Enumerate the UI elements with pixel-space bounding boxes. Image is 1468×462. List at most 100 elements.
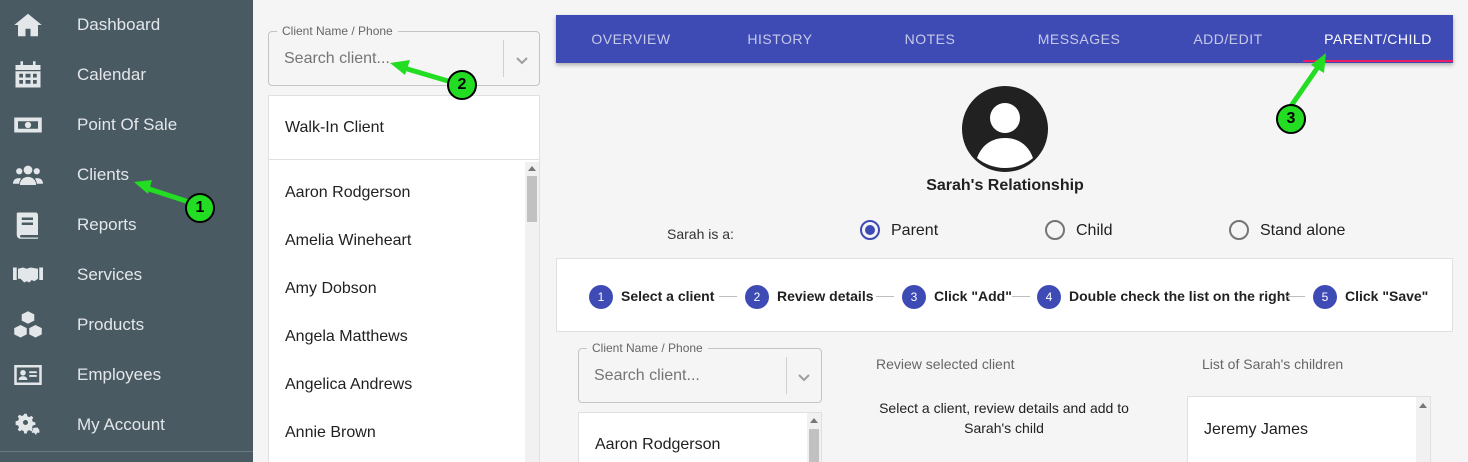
children-heading: List of Sarah's children — [1202, 356, 1344, 372]
tab-messages[interactable]: MESSAGES — [1004, 15, 1154, 63]
user-icon — [977, 103, 1033, 168]
step-number: 5 — [1313, 285, 1337, 309]
tab-history[interactable]: HISTORY — [705, 15, 855, 63]
step-number: 2 — [745, 285, 769, 309]
child-client-list: Aaron Rodgerson — [578, 412, 822, 462]
nav-label: Products — [77, 315, 145, 334]
client-search-legend: Client Name / Phone — [277, 24, 398, 38]
nav-label: Employees — [77, 365, 162, 384]
step-label: Click "Save" — [1345, 288, 1429, 304]
steps-stepper: 1 Select a client 2 Review details 3 Cli… — [556, 258, 1453, 332]
nav-label: Services — [77, 265, 143, 284]
handshake-icon — [12, 259, 44, 291]
step-number: 1 — [589, 285, 613, 309]
children-list-scrollbar[interactable] — [1416, 397, 1430, 462]
nav-label: My Account — [77, 415, 165, 434]
select-separator — [786, 357, 787, 394]
scrollbar-thumb[interactable] — [527, 176, 537, 222]
radio-parent[interactable] — [860, 220, 880, 240]
nav-label: Clients — [77, 165, 129, 184]
gears-icon — [12, 409, 44, 441]
step-label: Double check the list on the right — [1069, 288, 1290, 304]
step-number: 3 — [902, 285, 926, 309]
tab-add-edit[interactable]: ADD/EDIT — [1153, 15, 1303, 63]
relationship-prompt: Sarah is a: — [667, 226, 734, 242]
relationship-title: Sarah's Relationship — [926, 177, 1084, 194]
walk-in-client[interactable]: Walk-In Client — [269, 96, 539, 160]
list-item[interactable]: Aaron Rodgerson — [595, 436, 720, 454]
active-tab-indicator — [1303, 60, 1453, 62]
child-search-placeholder[interactable]: Search client... — [594, 367, 700, 385]
list-item[interactable]: Aaron Rodgerson — [285, 184, 410, 202]
list-item[interactable]: Jeremy James — [1204, 421, 1308, 439]
nav-item-point-of-sale[interactable]: Point Of Sale — [0, 100, 253, 150]
step-label: Review details — [777, 288, 874, 304]
client-search-select[interactable]: Client Name / Phone Search client... — [268, 24, 540, 86]
nav-label: Reports — [77, 215, 137, 234]
nav-item-products[interactable]: Products — [0, 300, 253, 350]
scroll-up-icon[interactable] — [810, 418, 818, 423]
radio-parent-label[interactable]: Parent — [891, 222, 938, 240]
select-separator — [503, 40, 504, 77]
sidebar: Dashboard Calendar Point Of Sale Clients… — [0, 0, 253, 462]
list-item[interactable]: Angelica Andrews — [285, 376, 412, 394]
users-icon — [12, 159, 44, 191]
nav-label: Point Of Sale — [77, 115, 178, 134]
chevron-down-icon[interactable] — [797, 370, 811, 384]
radio-stand-alone[interactable] — [1229, 220, 1249, 240]
home-icon — [12, 9, 44, 41]
step-connector — [1287, 296, 1305, 297]
step-number: 4 — [1037, 285, 1061, 309]
nav-item-calendar[interactable]: Calendar — [0, 50, 253, 100]
nav-item-services[interactable]: Services — [0, 250, 253, 300]
calendar-icon — [12, 59, 44, 91]
nav-item-employees[interactable]: Employees — [0, 350, 253, 400]
radio-child[interactable] — [1045, 220, 1065, 240]
nav-item-reports[interactable]: Reports — [0, 200, 253, 250]
step-label: Select a client — [621, 288, 715, 304]
boxes-icon — [12, 309, 44, 341]
child-list-scrollbar[interactable] — [807, 413, 821, 462]
annotation-badge-2: 2 — [447, 70, 477, 100]
list-item[interactable]: Amelia Wineheart — [285, 232, 411, 250]
annotation-badge-3: 3 — [1276, 104, 1306, 134]
nav-item-my-account[interactable]: My Account — [0, 400, 253, 450]
radio-child-label[interactable]: Child — [1076, 222, 1112, 240]
sidebar-divider — [0, 451, 253, 452]
client-panel: Client Name / Phone Search client... Wal… — [253, 0, 540, 462]
annotation-badge-1: 1 — [185, 193, 215, 223]
tab-notes[interactable]: NOTES — [855, 15, 1005, 63]
annotation-arrow-3 — [1288, 64, 1321, 109]
nav-label: Dashboard — [77, 15, 161, 34]
book-icon — [12, 209, 44, 241]
nav-label: Calendar — [77, 65, 146, 84]
step-label: Click "Add" — [934, 288, 1012, 304]
nav-item-dashboard[interactable]: Dashboard — [0, 0, 253, 50]
step-connector — [719, 296, 737, 297]
client-search-placeholder[interactable]: Search client... — [284, 50, 390, 68]
nav-item-clients[interactable]: Clients — [0, 150, 253, 200]
review-text: Select a client, review details and add … — [879, 400, 1129, 436]
step-connector — [1012, 296, 1030, 297]
list-item[interactable]: Annie Brown — [285, 424, 376, 442]
avatar — [962, 86, 1048, 172]
client-list-scrollbar[interactable] — [525, 162, 539, 462]
tab-overview[interactable]: OVERVIEW — [556, 15, 706, 63]
children-list: Jeremy James — [1187, 396, 1431, 462]
list-item[interactable]: Amy Dobson — [285, 280, 377, 298]
child-search-select[interactable]: Client Name / Phone Search client... — [578, 341, 822, 403]
scroll-up-icon[interactable] — [1419, 403, 1427, 408]
cash-icon — [12, 109, 44, 141]
chevron-down-icon[interactable] — [515, 53, 529, 67]
child-search-legend: Client Name / Phone — [587, 341, 708, 355]
scrollbar-thumb[interactable] — [809, 429, 819, 462]
radio-stand-alone-label[interactable]: Stand alone — [1260, 222, 1345, 240]
tab-bar: OVERVIEW HISTORY NOTES MESSAGES ADD/EDIT… — [556, 15, 1453, 63]
client-list: Walk-In Client Aaron Rodgerson Amelia Wi… — [268, 95, 540, 462]
review-heading: Review selected client — [876, 356, 1015, 372]
id-card-icon — [12, 359, 44, 391]
step-connector — [876, 296, 894, 297]
scroll-up-icon[interactable] — [528, 166, 536, 171]
tab-parent-child[interactable]: PARENT/CHILD — [1303, 15, 1453, 63]
list-item[interactable]: Angela Matthews — [285, 328, 408, 346]
